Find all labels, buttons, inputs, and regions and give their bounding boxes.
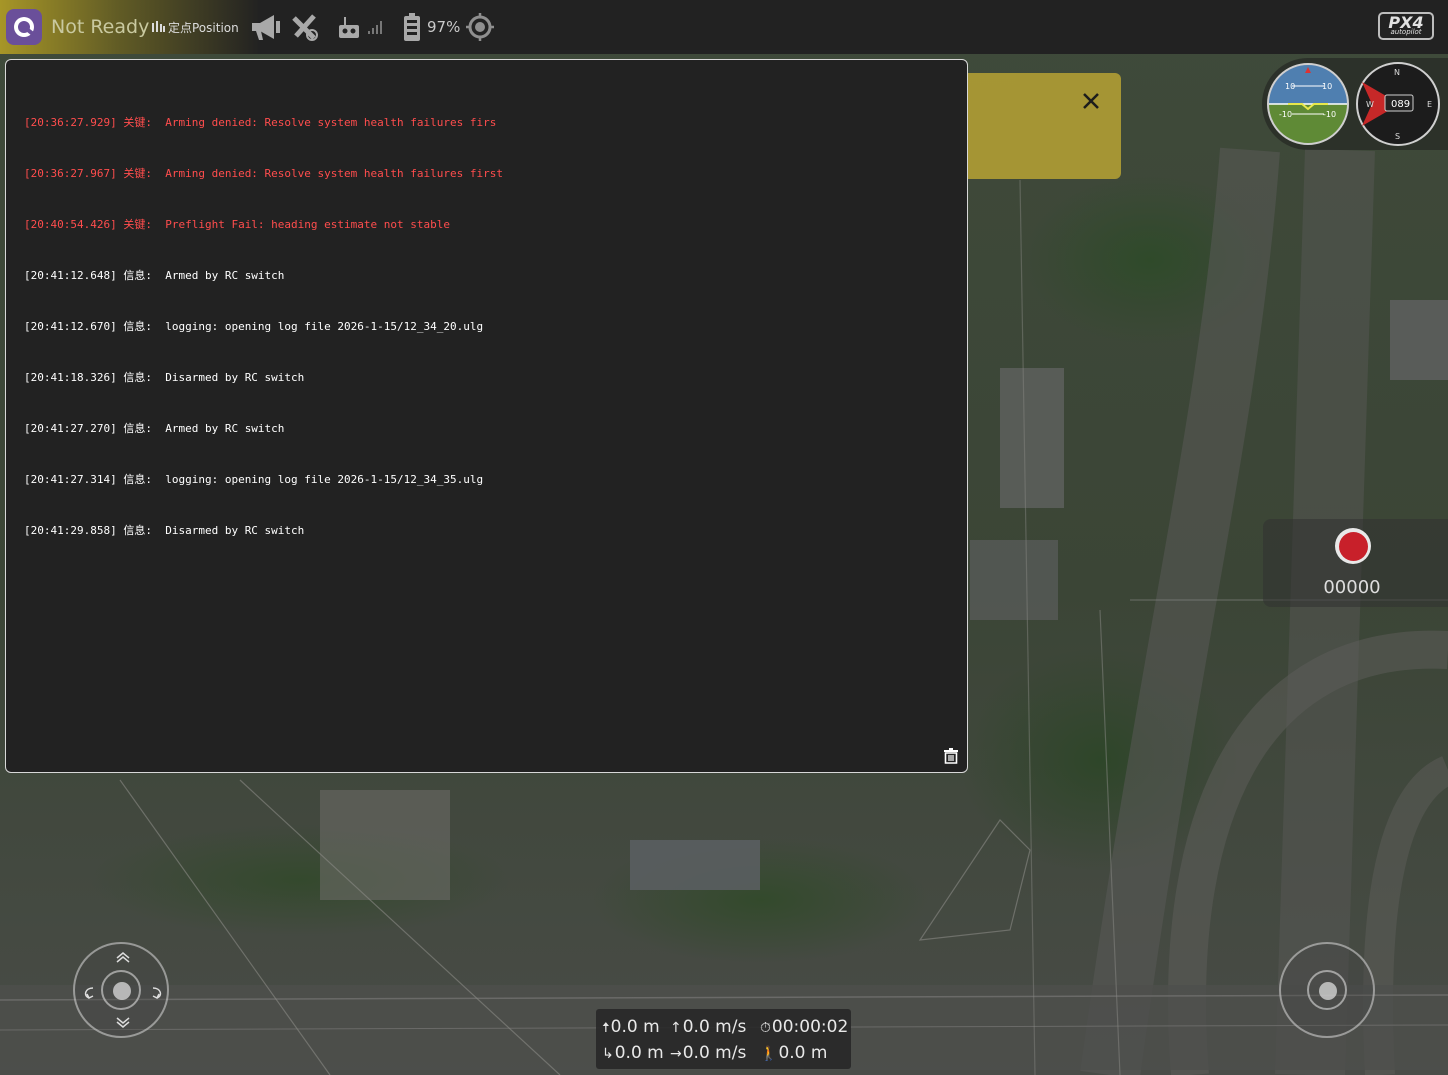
list-item: [20:41:12.670] 信息: logging: opening log …	[24, 320, 484, 333]
vehicle-status[interactable]: Not Ready	[51, 0, 149, 54]
gimbal-target-icon[interactable]	[466, 0, 494, 54]
instrument-gauges: 10 10 -10 -10 089 N S E W	[1267, 62, 1440, 146]
record-time: 00000	[1323, 577, 1381, 598]
climb-arrow-icon: ↑	[670, 1020, 682, 1036]
distance-home-value: ↳0.0 m	[602, 1043, 664, 1063]
altitude-value: 🠅0.0 m	[602, 1017, 660, 1037]
pitch-scale-top-right: 10	[1322, 82, 1332, 91]
px4-logo: PX4 autopilot	[1378, 12, 1434, 40]
flight-mode-selector[interactable]: 定点Position	[168, 0, 239, 54]
joystick-thumb[interactable]	[113, 982, 131, 1000]
megaphone-icon[interactable]	[250, 0, 282, 54]
flight-time-value: ⏱00:00:02	[760, 1017, 849, 1037]
mode-bars-icon	[152, 0, 166, 54]
battery-percent: 97%	[427, 18, 461, 36]
message-console[interactable]: [20:36:27.929] 关键: Arming denied: Resolv…	[5, 59, 968, 773]
record-button[interactable]	[1335, 528, 1371, 564]
video-record-panel: 00000	[1263, 519, 1448, 607]
list-item: [20:41:27.314] 信息: logging: opening log …	[24, 473, 484, 486]
pitch-scale-bottom-left: -10	[1279, 110, 1292, 119]
list-item: [20:40:54.426] 关键: Preflight Fail: headi…	[24, 218, 450, 231]
compass-west: W	[1366, 100, 1374, 109]
altitude-arrow-icon: 🠅	[602, 1020, 610, 1036]
list-item: [20:41:29.858] 信息: Disarmed by RC switch	[24, 524, 305, 537]
signal-bars-icon	[368, 0, 384, 54]
notification-banner	[968, 73, 1121, 179]
close-icon[interactable]	[1081, 91, 1101, 111]
list-item: [20:41:27.270] 信息: Armed by RC switch	[24, 422, 285, 435]
compass-north: N	[1394, 68, 1400, 77]
distance-travelled-value: 🚶0.0 m	[760, 1043, 828, 1063]
forward-arrow-icon: →	[670, 1046, 682, 1062]
list-item: [20:41:18.326] 信息: Disarmed by RC switch	[24, 371, 305, 384]
telemetry-bar[interactable]: 🠅0.0 m ↑0.0 m/s ⏱00:00:02 ↳0.0 m →0.0 m/…	[596, 1009, 851, 1069]
right-joystick[interactable]	[1279, 942, 1375, 1038]
pitch-scale-bottom-right: -10	[1323, 110, 1336, 119]
battery-icon[interactable]	[403, 0, 421, 54]
trash-icon[interactable]	[943, 748, 959, 764]
gps-off-icon[interactable]	[290, 0, 320, 54]
message-list: [20:36:27.929] 关键: Arming denied: Resolv…	[24, 80, 503, 573]
compass-south: S	[1395, 132, 1400, 141]
attitude-indicator	[1268, 64, 1348, 144]
timer-icon: ⏱	[760, 1020, 771, 1036]
rc-remote-icon[interactable]	[338, 0, 360, 54]
heading-readout: 089	[1391, 99, 1410, 110]
instrument-panel[interactable]: 10 10 -10 -10 089 N S E W	[1262, 58, 1448, 150]
qgc-logo-icon[interactable]	[6, 9, 42, 45]
left-joystick[interactable]	[73, 942, 169, 1038]
top-toolbar: Not Ready 定点Position 97% PX4 autopilot	[0, 0, 1448, 54]
list-item: [20:36:27.929] 关键: Arming denied: Resolv…	[24, 116, 497, 129]
list-item: [20:36:27.967] 关键: Arming denied: Resolv…	[24, 167, 503, 180]
return-arrow-icon: ↳	[602, 1046, 614, 1062]
joystick-thumb[interactable]	[1319, 982, 1337, 1000]
pitch-scale-top-left: 10	[1285, 82, 1295, 91]
list-item: [20:41:12.648] 信息: Armed by RC switch	[24, 269, 285, 282]
record-dot-icon	[1338, 531, 1368, 561]
vertical-speed-value: ↑0.0 m/s	[670, 1017, 747, 1037]
horizontal-speed-value: →0.0 m/s	[670, 1043, 747, 1063]
compass-east: E	[1427, 100, 1432, 109]
walking-icon: 🚶	[760, 1046, 778, 1062]
